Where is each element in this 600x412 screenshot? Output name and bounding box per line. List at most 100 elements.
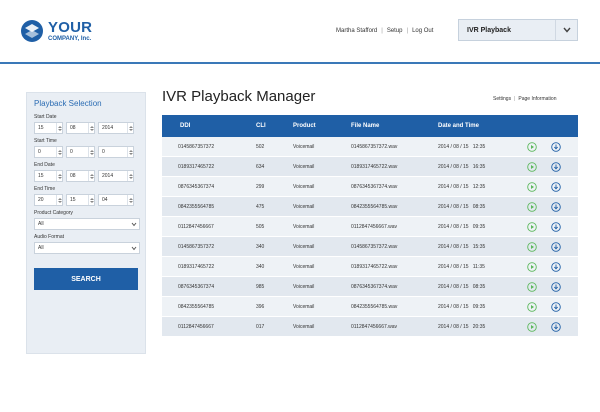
file-name-cell: 0112847456667.wav <box>351 323 398 330</box>
datetime-cell: 2014 / 08 / 15 08:35 <box>438 283 486 290</box>
spinner-arrows-icon[interactable] <box>127 195 133 205</box>
end-time-minute[interactable]: 15 <box>66 194 95 206</box>
datetime-cell: 2014 / 08 / 15 16:35 <box>438 163 486 170</box>
app-select-value: IVR Playback <box>467 26 511 34</box>
download-icon[interactable] <box>551 242 561 252</box>
page-information-link[interactable]: Page Information <box>518 96 556 102</box>
spinner-arrows-icon[interactable] <box>56 147 62 157</box>
ddi-cell: 0145867357372 <box>178 143 215 150</box>
product-cell: Voicemail <box>293 163 315 170</box>
cli-cell: 985 <box>256 283 265 290</box>
download-icon[interactable] <box>551 182 561 192</box>
product-category-label: Product Category <box>34 210 73 216</box>
play-icon[interactable] <box>527 282 537 292</box>
download-icon[interactable] <box>551 262 561 272</box>
nav-separator: | <box>381 28 383 34</box>
table-row[interactable]: 0876345367374 985 Voicemail 0876345367374.w… <box>162 277 578 297</box>
table-row[interactable]: 0145867357372 502 Voicemail 0145867357372.w… <box>162 137 578 157</box>
spinner-arrows-icon[interactable] <box>127 123 133 133</box>
spinner-arrows-icon[interactable] <box>88 123 94 133</box>
play-icon[interactable] <box>527 202 537 212</box>
column-header-date-time[interactable]: Date and Time <box>438 123 479 129</box>
spinner-arrows-icon[interactable] <box>88 195 94 205</box>
column-header-file-name[interactable]: File Name <box>351 123 379 129</box>
table-row[interactable]: 0189317465722 634 Voicemail 0189317465722.w… <box>162 157 578 177</box>
file-name-cell: 0145867357372.wav <box>351 243 398 250</box>
start-time-minute[interactable]: 0 <box>66 146 95 158</box>
file-name-cell: 0189317465722.wav <box>351 163 398 170</box>
product-cell: Voicemail <box>293 243 315 250</box>
table-header: DDI CLI Product File Name Date and Time <box>162 115 578 137</box>
cli-cell: 340 <box>256 243 265 250</box>
spinner-arrows-icon[interactable] <box>56 123 62 133</box>
spinner-arrows-icon[interactable] <box>127 147 133 157</box>
product-cell: Voicemail <box>293 203 315 210</box>
end-date-year[interactable]: 2014 <box>98 170 134 182</box>
company-logo[interactable]: YOUR COMPANY, Inc. <box>20 19 92 43</box>
audio-format-label: Audio Format <box>34 234 65 240</box>
start-date-year[interactable]: 2014 <box>98 122 134 134</box>
app-select-dropdown[interactable]: IVR Playback <box>458 19 578 41</box>
product-category-select[interactable]: All <box>34 218 140 230</box>
end-date-day[interactable]: 15 <box>34 170 63 182</box>
table-row[interactable]: 0145867357372 340 Voicemail 0145867357372.w… <box>162 237 578 257</box>
spinner-arrows-icon[interactable] <box>88 171 94 181</box>
download-icon[interactable] <box>551 322 561 332</box>
audio-format-select[interactable]: All <box>34 242 140 254</box>
download-icon[interactable] <box>551 162 561 172</box>
start-date-month[interactable]: 08 <box>66 122 95 134</box>
download-icon[interactable] <box>551 302 561 312</box>
table-row[interactable]: 0842355564785 475 Voicemail 0842355564785.w… <box>162 197 578 217</box>
ddi-cell: 0189317465722 <box>178 163 215 170</box>
table-row[interactable]: 0842355564785 396 Voicemail 0842355564785.w… <box>162 297 578 317</box>
spinner-arrows-icon[interactable] <box>88 147 94 157</box>
end-time-hour[interactable]: 20 <box>34 194 63 206</box>
cli-cell: 505 <box>256 223 265 230</box>
column-header-product[interactable]: Product <box>293 123 316 129</box>
logout-link[interactable]: Log Out <box>412 28 433 34</box>
table-row[interactable]: 0112847456667 017 Voicemail 0112847456667.w… <box>162 317 578 337</box>
table-row[interactable]: 0876345367374 299 Voicemail 0876345367374.w… <box>162 177 578 197</box>
settings-link[interactable]: Settings <box>493 96 511 102</box>
table-row[interactable]: 0189317465722 340 Voicemail 0189317465722.w… <box>162 257 578 277</box>
download-icon[interactable] <box>551 202 561 212</box>
play-icon[interactable] <box>527 302 537 312</box>
play-icon[interactable] <box>527 162 537 172</box>
download-icon[interactable] <box>551 222 561 232</box>
table-row[interactable]: 0112847456667 505 Voicemail 0112847456667.w… <box>162 217 578 237</box>
play-icon[interactable] <box>527 222 537 232</box>
cli-cell: 017 <box>256 323 265 330</box>
spinner-arrows-icon[interactable] <box>56 195 62 205</box>
download-icon[interactable] <box>551 142 561 152</box>
end-date-month[interactable]: 08 <box>66 170 95 182</box>
play-icon[interactable] <box>527 322 537 332</box>
start-time-label: Start Time <box>34 138 57 144</box>
play-icon[interactable] <box>527 242 537 252</box>
column-header-cli[interactable]: CLI <box>256 123 266 129</box>
ddi-cell: 0189317465722 <box>178 263 215 270</box>
column-header-ddi[interactable]: DDI <box>180 123 190 129</box>
play-icon[interactable] <box>527 142 537 152</box>
product-cell: Voicemail <box>293 303 315 310</box>
logo-subname: COMPANY, Inc. <box>48 36 92 42</box>
spinner-arrows-icon[interactable] <box>127 171 133 181</box>
play-icon[interactable] <box>527 262 537 272</box>
page-title: IVR Playback Manager <box>162 88 316 105</box>
datetime-cell: 2014 / 08 / 15 12:35 <box>438 143 486 150</box>
download-icon[interactable] <box>551 282 561 292</box>
start-date-day[interactable]: 15 <box>34 122 63 134</box>
play-icon[interactable] <box>527 182 537 192</box>
product-cell: Voicemail <box>293 263 315 270</box>
user-name-link[interactable]: Martha Stafford <box>336 28 377 34</box>
file-name-cell: 0112847456667.wav <box>351 223 398 230</box>
start-time-hour[interactable]: 0 <box>34 146 63 158</box>
header: YOUR COMPANY, Inc. Martha Stafford | Set… <box>0 0 600 64</box>
end-time-second[interactable]: 04 <box>98 194 134 206</box>
setup-link[interactable]: Setup <box>387 28 403 34</box>
file-name-cell: 0842355564785.wav <box>351 303 398 310</box>
spinner-arrows-icon[interactable] <box>56 171 62 181</box>
chevron-down-icon <box>555 20 577 40</box>
logo-globe-icon <box>21 20 43 42</box>
start-time-second[interactable]: 0 <box>98 146 134 158</box>
search-button[interactable]: SEARCH <box>34 268 138 290</box>
